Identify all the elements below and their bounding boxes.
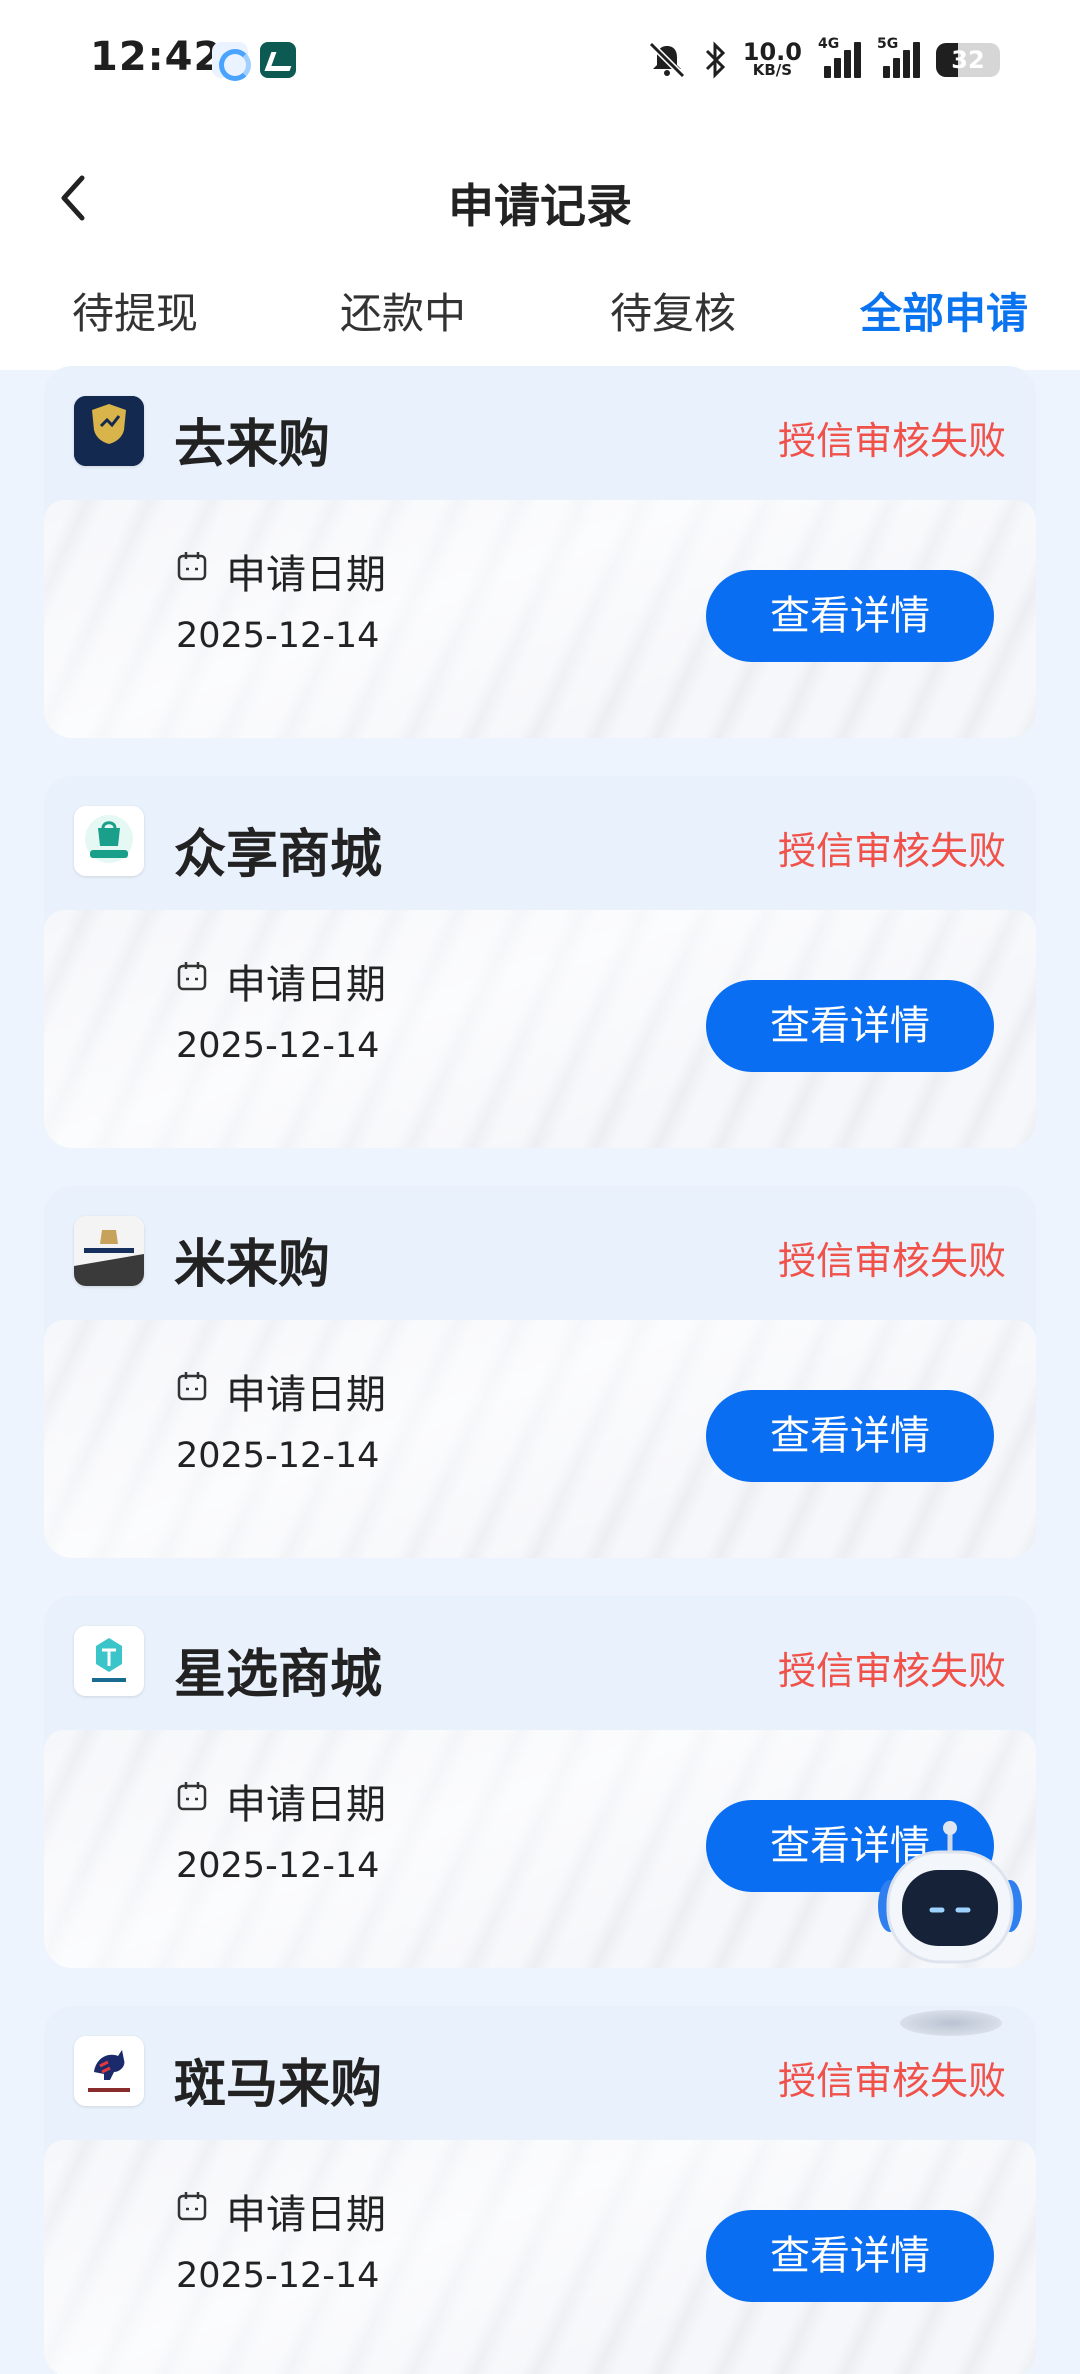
record-card-header: 众享商城 授信审核失败 (44, 776, 1036, 910)
date-value: 2025-12-14 (176, 2256, 380, 2296)
record-card-body: 申请日期 2025-12-14 查看详情 (44, 500, 1036, 738)
date-value: 2025-12-14 (176, 1436, 380, 1476)
mute-bell-icon (647, 40, 687, 80)
record-card-header: 斑马来购 授信审核失败 (44, 2006, 1036, 2140)
view-details-button[interactable]: 查看详情 (706, 1390, 994, 1482)
view-details-button[interactable]: 查看详情 (706, 2210, 994, 2302)
merchant-logo (74, 1626, 144, 1696)
status-label: 授信审核失败 (777, 1239, 1006, 1283)
merchant-name: 去来购 (174, 415, 331, 475)
merchant-logo (74, 2036, 144, 2106)
calendar-icon (177, 962, 207, 991)
record-card-header: 星选商城 授信审核失败 (44, 1596, 1036, 1730)
record-card-body: 申请日期 2025-12-14 查看详情 (44, 910, 1036, 1148)
view-details-button[interactable]: 查看详情 (706, 570, 994, 662)
tab-bar: 待提现 还款中 待复核 全部申请 (0, 280, 1080, 350)
record-card-header: 去来购 授信审核失败 (44, 366, 1036, 500)
date-value: 2025-12-14 (176, 616, 380, 656)
view-details-button[interactable]: 查看详情 (706, 980, 994, 1072)
date-label: 申请日期 (226, 962, 386, 1008)
network-speed: 10.0 KB/S (742, 38, 802, 79)
app-notification-icon (212, 42, 251, 81)
merchant-logo (74, 1216, 144, 1286)
tab-pending-review[interactable]: 待复核 (610, 280, 736, 341)
calendar-icon (177, 1372, 207, 1401)
status-label: 授信审核失败 (777, 2059, 1006, 2103)
calendar-icon (177, 1782, 207, 1811)
battery-icon: 32 (936, 43, 1000, 77)
tab-all-applications[interactable]: 全部申请 (860, 280, 1028, 341)
merchant-logo (74, 396, 144, 466)
tab-pending-withdraw[interactable]: 待提现 (72, 280, 198, 341)
status-time: 12:42 (90, 34, 223, 80)
record-card: 去来购 授信审核失败 申请日期 2025-12-14 查看详情 (44, 366, 1036, 738)
date-value: 2025-12-14 (176, 1026, 380, 1066)
record-card-body: 申请日期 2025-12-14 查看详情 (44, 1320, 1036, 1558)
record-card: 斑马来购 授信审核失败 申请日期 2025-12-14 查看详情 (44, 2006, 1036, 2374)
record-card: 米来购 授信审核失败 申请日期 2025-12-14 查看详情 (44, 1186, 1036, 1558)
status-label: 授信审核失败 (777, 1649, 1006, 1693)
merchant-name: 米来购 (174, 1235, 331, 1295)
robot-assistant-icon[interactable] (870, 1818, 1030, 1978)
robot-shadow (900, 2010, 1002, 2036)
calendar-icon (177, 2192, 207, 2221)
date-value: 2025-12-14 (176, 1846, 380, 1886)
tab-repaying[interactable]: 还款中 (340, 280, 466, 341)
merchant-name: 斑马来购 (174, 2055, 383, 2115)
date-label: 申请日期 (226, 552, 386, 598)
status-label: 授信审核失败 (777, 419, 1006, 463)
record-card-body: 申请日期 2025-12-14 查看详情 (44, 2140, 1036, 2374)
record-card-header: 米来购 授信审核失败 (44, 1186, 1036, 1320)
signal-5g-icon: 5G (877, 36, 920, 78)
signal-4g-icon: 4G (818, 36, 861, 78)
status-label: 授信审核失败 (777, 829, 1006, 873)
merchant-logo (74, 806, 144, 876)
date-label: 申请日期 (226, 1782, 386, 1828)
record-card: 众享商城 授信审核失败 申请日期 2025-12-14 查看详情 (44, 776, 1036, 1148)
app-notification-icon (260, 42, 296, 78)
top-bar: 12:42 10.0 KB/S 4G 5G 32 申请记录 待提现 还款中 待复… (0, 0, 1080, 370)
page-title: 申请记录 (448, 179, 632, 233)
bluetooth-icon (703, 40, 727, 80)
date-label: 申请日期 (226, 2192, 386, 2238)
merchant-name: 众享商城 (174, 825, 383, 885)
status-icons: 10.0 KB/S 4G 5G 32 (647, 36, 1000, 84)
calendar-icon (177, 552, 207, 581)
merchant-name: 星选商城 (174, 1645, 383, 1705)
date-label: 申请日期 (226, 1372, 386, 1418)
